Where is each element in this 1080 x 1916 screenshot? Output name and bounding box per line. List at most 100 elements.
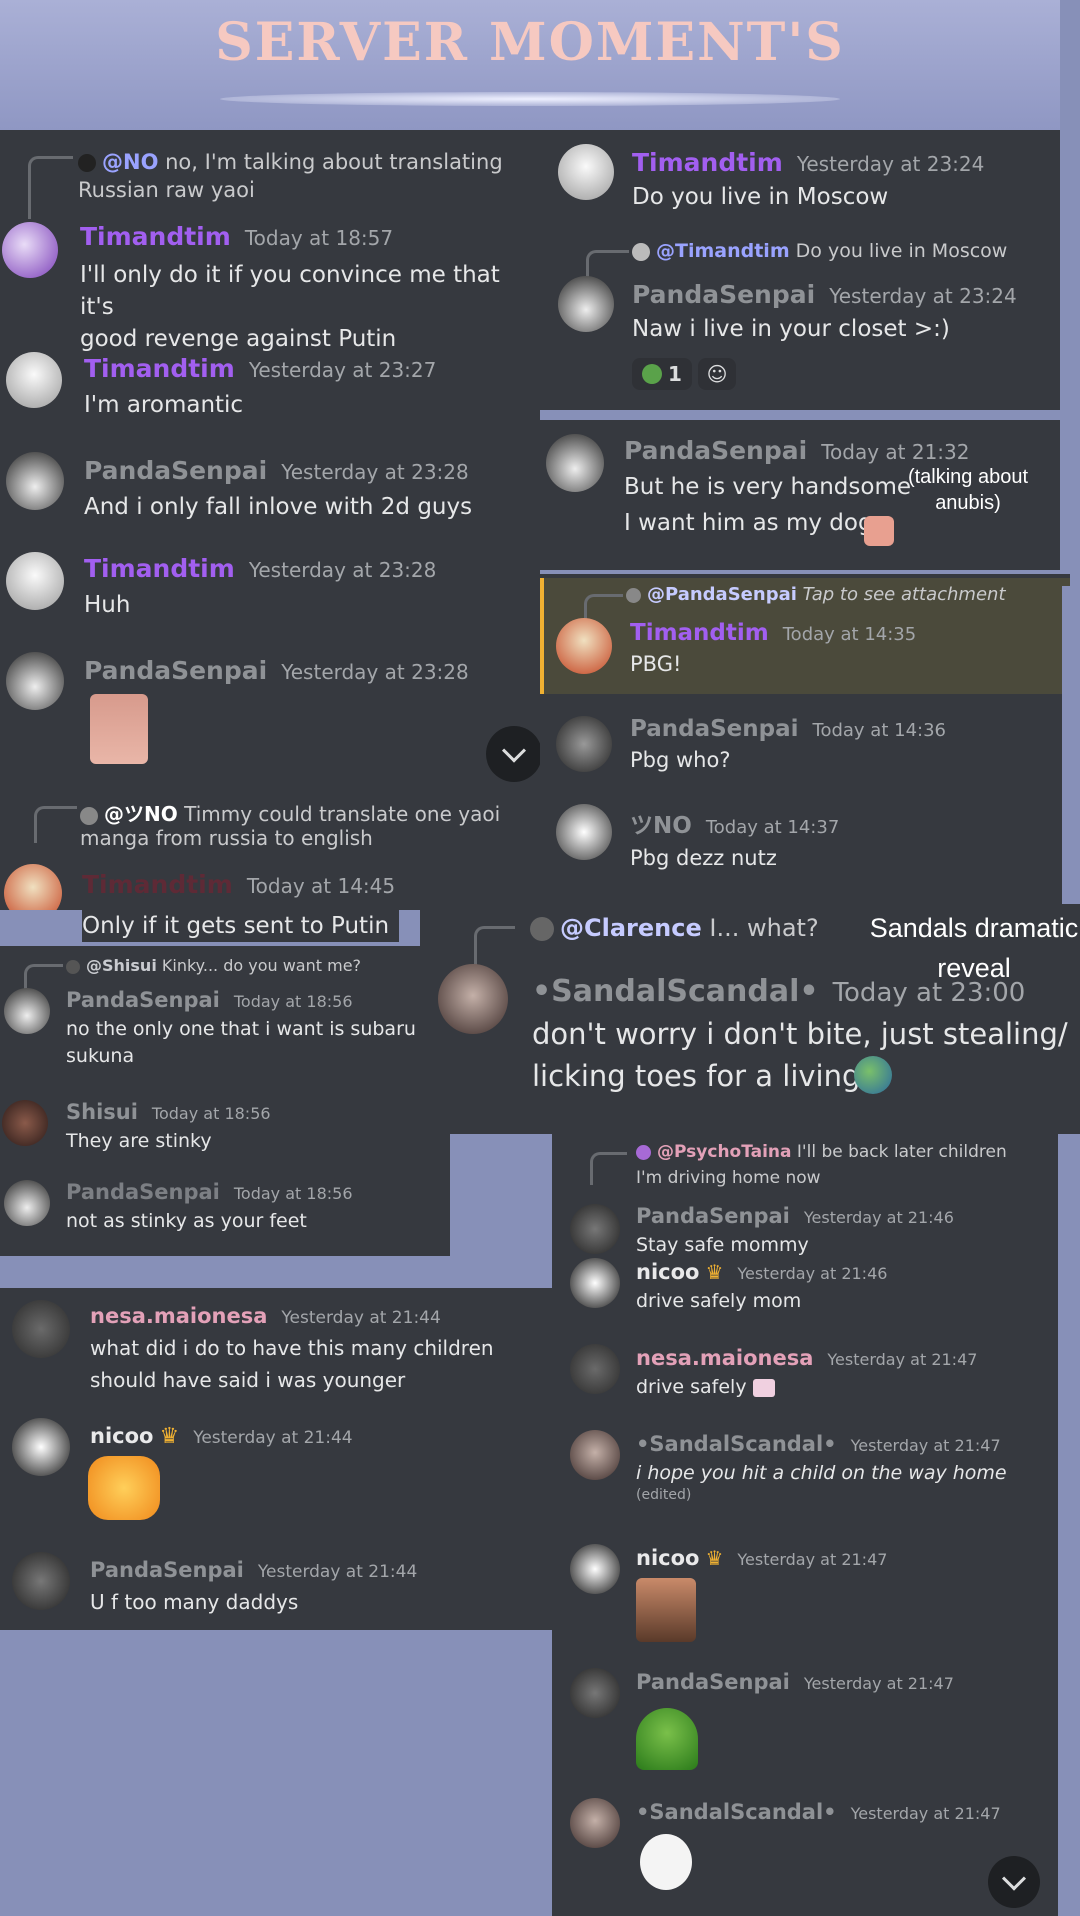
image-attachment[interactable]: [636, 1578, 696, 1642]
username[interactable]: nicoo: [636, 1546, 699, 1570]
username[interactable]: Shisui: [66, 1100, 138, 1124]
reply-avatar: [80, 806, 98, 825]
username[interactable]: PandaSenpai: [630, 716, 799, 742]
reply-mention[interactable]: @PsychoTaina: [657, 1142, 792, 1162]
scroll-down-button[interactable]: [486, 726, 540, 782]
reply-line: [24, 964, 63, 989]
message: nicoo ♛ Yesterday at 21:46 drive safely mo…: [636, 1260, 887, 1315]
reply-text[interactable]: Tap to see attachment: [803, 584, 1006, 605]
avatar[interactable]: [6, 652, 64, 710]
sparkle-heart-emoji-icon: [752, 1378, 775, 1397]
avatar[interactable]: [570, 1668, 620, 1718]
avatar[interactable]: [556, 618, 612, 674]
banner-glow: [220, 92, 840, 106]
avatar[interactable]: [438, 964, 508, 1034]
username[interactable]: PandaSenpai: [66, 988, 220, 1012]
avatar[interactable]: [12, 1418, 70, 1476]
avatar[interactable]: [558, 144, 614, 200]
pepe-sticker[interactable]: [636, 1708, 698, 1770]
reply-mention[interactable]: @Timandtim: [656, 240, 790, 262]
reply-preview-continued: Russian raw yaoi: [78, 178, 255, 202]
message: Timandtim Yesterday at 23:27 I'm aromanti…: [84, 354, 436, 421]
reply-mention[interactable]: @ツNO: [104, 802, 178, 826]
avatar[interactable]: [570, 1258, 620, 1308]
reply-preview[interactable]: @Shisui Kinky... do you want me?: [66, 956, 361, 975]
scroll-down-button[interactable]: [988, 1856, 1040, 1908]
message: •SandalScandal• Today at 23:00 don't worr…: [532, 974, 1068, 1097]
avatar[interactable]: [570, 1798, 620, 1848]
username[interactable]: Timandtim: [632, 148, 783, 177]
chat-panel-middle: @Clarence I... what? •SandalScandal• Toda…: [420, 904, 1080, 1134]
username[interactable]: PandaSenpai: [636, 1204, 790, 1228]
reply-mention[interactable]: @Shisui: [86, 956, 157, 975]
avatar[interactable]: [6, 352, 62, 408]
username[interactable]: PandaSenpai: [84, 656, 267, 685]
username[interactable]: PandaSenpai: [632, 280, 815, 309]
avatar[interactable]: [12, 1300, 70, 1358]
avatar[interactable]: [546, 434, 604, 492]
username[interactable]: •SandalScandal•: [532, 974, 819, 1009]
reply-text: I... what?: [709, 914, 819, 942]
avatar[interactable]: [570, 1430, 620, 1480]
avatar[interactable]: [6, 452, 64, 510]
sticker[interactable]: [88, 1456, 160, 1520]
chat-panel-left-2: @Shisui Kinky... do you want me? PandaSe…: [0, 946, 450, 1256]
timestamp: Today at 14:37: [705, 817, 840, 838]
message: PandaSenpai Yesterday at 21:46 Stay safe …: [636, 1204, 954, 1259]
avatar[interactable]: [12, 1552, 70, 1610]
username[interactable]: PandaSenpai: [90, 1558, 244, 1582]
message-text: I'm aromantic: [84, 392, 244, 418]
reaction-chip[interactable]: 1: [632, 358, 692, 390]
username[interactable]: PandaSenpai: [624, 436, 807, 465]
username[interactable]: Timandtim: [84, 554, 235, 583]
username[interactable]: Timandtim: [84, 354, 235, 383]
username[interactable]: Timandtim: [82, 870, 233, 899]
username[interactable]: Timandtim: [80, 222, 231, 251]
username[interactable]: PandaSenpai: [636, 1670, 790, 1694]
annotation-caption: Sandals dramatic reveal: [869, 913, 1079, 983]
avatar[interactable]: [556, 716, 612, 772]
username[interactable]: •SandalScandal•: [636, 1800, 837, 1824]
message: nicoo ♛ Yesterday at 21:47: [636, 1546, 887, 1570]
avatar[interactable]: [570, 1544, 620, 1594]
username[interactable]: nesa.maionesa: [636, 1346, 813, 1370]
reply-preview[interactable]: @Timandtim Do you live in Moscow: [632, 240, 1007, 262]
timestamp: Yesterday at 23:27: [248, 358, 437, 382]
username[interactable]: nicoo: [636, 1260, 699, 1284]
message-text: Pbg who?: [630, 748, 731, 772]
reply-preview[interactable]: @NO no, I'm talking about translating: [78, 150, 503, 174]
username[interactable]: •SandalScandal•: [636, 1432, 837, 1456]
add-emoji-icon: ☺: [706, 362, 728, 386]
username[interactable]: nesa.maionesa: [90, 1304, 267, 1328]
reply-mention[interactable]: @NO: [102, 150, 158, 174]
message-text: good revenge against Putin: [80, 326, 397, 352]
avatar[interactable]: [556, 804, 612, 860]
avatar[interactable]: [558, 276, 614, 332]
reply-preview[interactable]: @ツNO Timmy could translate one yaoi: [80, 798, 500, 827]
username[interactable]: PandaSenpai: [66, 1180, 220, 1204]
message: PandaSenpai Yesterday at 23:28: [84, 656, 469, 685]
username[interactable]: ツNO: [630, 813, 692, 839]
avatar[interactable]: [4, 1180, 50, 1226]
username[interactable]: Timandtim: [630, 620, 769, 646]
reply-preview[interactable]: @PsychoTaina I'll be back later children: [636, 1142, 1007, 1162]
username[interactable]: nicoo: [90, 1424, 153, 1448]
image-attachment[interactable]: [90, 694, 148, 764]
grin-face-sticker[interactable]: [640, 1834, 692, 1890]
avatar[interactable]: [570, 1204, 620, 1254]
avatar[interactable]: [2, 1100, 48, 1146]
username[interactable]: PandaSenpai: [84, 456, 267, 485]
reply-mention[interactable]: @PandaSenpai: [647, 584, 797, 605]
reply-line: [474, 926, 515, 965]
avatar[interactable]: [570, 1344, 620, 1394]
avatar[interactable]: [4, 864, 62, 910]
reply-preview[interactable]: @PandaSenpai Tap to see attachment: [626, 584, 1006, 605]
avatar[interactable]: [4, 988, 50, 1034]
message: PandaSenpai Yesterday at 23:28 And i only…: [84, 456, 472, 523]
reply-preview[interactable]: @Clarence I... what?: [530, 914, 819, 942]
avatar[interactable]: [6, 552, 64, 610]
add-reaction-button[interactable]: ☺: [698, 358, 736, 390]
avatar[interactable]: [2, 222, 58, 278]
timestamp: Today at 18:56: [233, 1184, 353, 1203]
reply-mention[interactable]: @Clarence: [560, 914, 702, 942]
